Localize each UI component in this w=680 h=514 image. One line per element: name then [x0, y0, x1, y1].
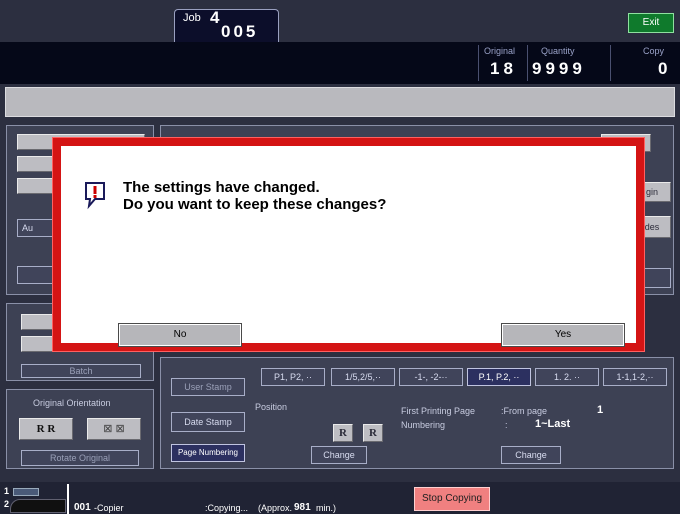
dialog-message: The settings have changed. Do you want t…	[123, 179, 386, 213]
counter-bar: Original 18 Quantity 9999 Copy 0	[0, 42, 680, 84]
queue-mode: -Copier	[94, 503, 124, 513]
numbering-range: 1~Last	[535, 418, 571, 430]
exit-button[interactable]: Exit	[628, 13, 674, 33]
quantity-label: Quantity	[541, 46, 575, 56]
orientation-rotated-button[interactable]: ⊠ ⊠	[87, 418, 141, 440]
batch-button[interactable]: Batch	[21, 364, 141, 378]
printer-icon	[10, 499, 66, 513]
quantity-value: 9999	[532, 59, 586, 78]
status-approx: (Approx.	[258, 503, 293, 513]
divider	[610, 45, 611, 81]
user-stamp-button[interactable]: User Stamp	[171, 378, 245, 396]
orientation-panel: Original Orientation R R ⊠ ⊠ Rotate Orig…	[6, 389, 154, 469]
job-id: 005	[221, 22, 259, 41]
numbering-option-3[interactable]: -1-, -2-··	[399, 368, 463, 386]
numbering-change-button[interactable]: Change	[501, 446, 561, 464]
numbering-option-6[interactable]: 1-1,1-2,··	[603, 368, 667, 386]
queue-line-2: 2	[4, 499, 10, 509]
copy-label: Copy	[643, 46, 665, 56]
divider	[478, 45, 479, 81]
status-suffix: min.)	[316, 503, 336, 513]
yes-button[interactable]: Yes	[501, 323, 625, 347]
numbering-option-5[interactable]: 1. 2. ··	[535, 368, 599, 386]
from-page-value: 1	[597, 404, 604, 416]
first-printing-page-label: First Printing Page	[401, 406, 476, 416]
divider	[67, 484, 69, 514]
orientation-upright-button[interactable]: R R	[19, 418, 73, 440]
job-label: Job	[183, 12, 201, 24]
from-page-label: :From page	[501, 406, 548, 416]
job-tab[interactable]: Job 4 005	[174, 8, 279, 42]
status-bar: 1 2 001 -Copier :Copying... (Approx. 981…	[0, 482, 680, 514]
tray-icon	[13, 488, 39, 496]
job-number: 4	[210, 8, 220, 27]
numbering-option-1[interactable]: P1, P2, ··	[261, 368, 325, 386]
stop-copying-button[interactable]: Stop Copying	[414, 487, 490, 511]
stamp-panel: User Stamp Date Stamp Page Numbering P1,…	[160, 357, 674, 469]
position-label: Position	[255, 402, 288, 412]
position-left-icon[interactable]: R	[333, 424, 353, 442]
position-right-icon[interactable]: R	[363, 424, 383, 442]
numbering-option-4[interactable]: P.1, P.2, ··	[467, 368, 531, 386]
rotate-original-button[interactable]: Rotate Original	[21, 450, 139, 466]
page-numbering-button[interactable]: Page Numbering	[171, 444, 245, 462]
dialog-line-2: Do you want to keep these changes?	[123, 196, 387, 213]
dialog-body: The settings have changed. Do you want t…	[61, 146, 636, 347]
numbering-colon: :	[505, 420, 508, 430]
numbering-option-2[interactable]: 1/5,2/5,··	[331, 368, 395, 386]
divider	[527, 45, 528, 81]
no-button[interactable]: No	[118, 323, 242, 347]
date-stamp-button[interactable]: Date Stamp	[171, 412, 245, 432]
numbering-label: Numbering	[401, 420, 446, 430]
original-label: Original	[484, 46, 516, 56]
title-bar	[0, 0, 680, 42]
original-value: 18	[490, 59, 517, 78]
status-prefix: :Copying...	[205, 503, 249, 513]
original-orientation-label: Original Orientation	[33, 398, 111, 408]
queue-id: 001	[74, 502, 91, 513]
copy-value: 0	[658, 59, 672, 78]
status-minutes: 981	[294, 502, 311, 513]
queue-line-1: 1	[4, 486, 10, 496]
message-area	[5, 87, 675, 117]
warning-icon	[85, 182, 105, 210]
confirm-dialog: The settings have changed. Do you want t…	[52, 137, 645, 352]
position-change-button[interactable]: Change	[311, 446, 367, 464]
dialog-line-1: The settings have changed.	[123, 179, 320, 196]
